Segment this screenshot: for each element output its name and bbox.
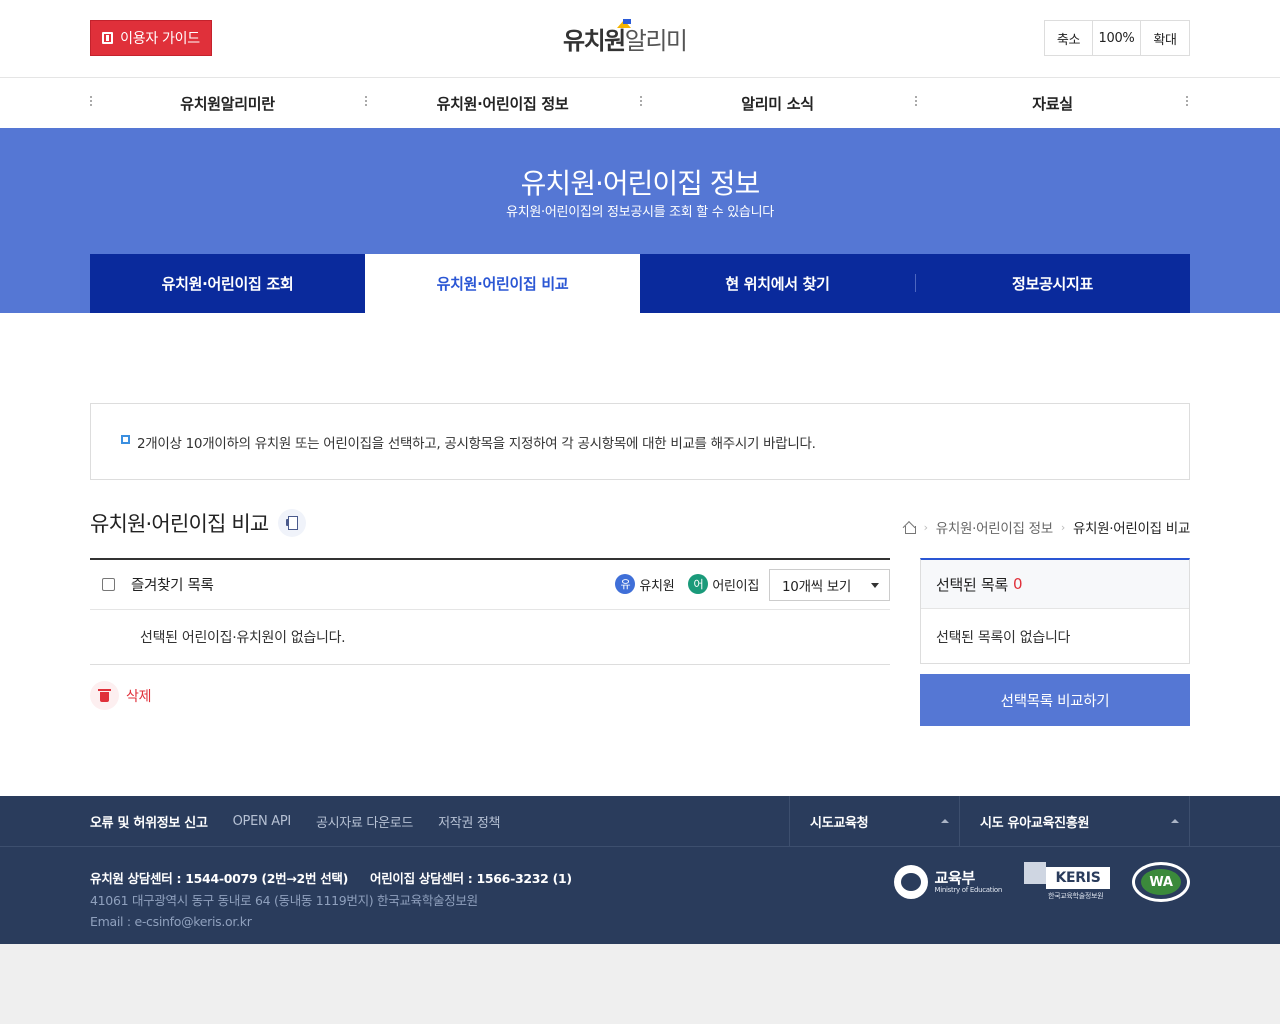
selected-empty-message: 선택된 목록이 없습니다: [936, 629, 1071, 646]
page-banner: 유치원·어린이집 정보 유치원·어린이집의 정보공시를 조회 할 수 있습니다 …: [0, 128, 1280, 313]
legend-daycare-label: 어린이집: [712, 578, 759, 594]
notice-box: 2개이상 10개이하의 유치원 또는 어린이집을 선택하고, 공시항목을 지정하…: [90, 403, 1190, 480]
notice-text: 2개이상 10개이하의 유치원 또는 어린이집을 선택하고, 공시항목을 지정하…: [137, 435, 816, 452]
footer-top: 오류 및 허위정보 신고 OPEN API 공시자료 다운로드 저작권 정책 시…: [0, 796, 1280, 847]
moe-name: 교육부: [934, 869, 975, 887]
keris-logo[interactable]: KERIS 한국교육학술정보원: [1024, 862, 1110, 902]
section-heading: 유치원·어린이집 비교: [90, 508, 307, 538]
delete-button[interactable]: 삭제: [90, 681, 151, 710]
user-guide-label: 이용자 가이드: [120, 31, 200, 47]
footer-tel: 유치원 상담센터 : 1544-0079 (2번→2번 선택) 어린이집 상담센…: [90, 868, 572, 889]
sub-tabs: 유치원·어린이집 조회 유치원·어린이집 비교 현 위치에서 찾기 정보공시지표: [90, 254, 1190, 313]
caret-up-icon: [1171, 819, 1179, 823]
nav-item-about[interactable]: 유치원알리미란: [90, 78, 365, 128]
tab-compare[interactable]: 유치원·어린이집 비교: [365, 254, 640, 313]
logo-text-alimi: 알리미: [624, 27, 688, 55]
footer-select-institute-label: 시도 유아교육진흥원: [980, 816, 1090, 831]
footer-select-office[interactable]: 시도교육청: [789, 796, 959, 847]
web-accessibility-mark[interactable]: WA: [1132, 862, 1190, 902]
favorites-label: 즐겨찾기 목록: [131, 578, 214, 594]
footer-link-copyright[interactable]: 저작권 정책: [438, 812, 500, 831]
compare-selected-button[interactable]: 선택목록 비교하기: [920, 674, 1190, 726]
wa-mark-text: WA: [1141, 869, 1181, 895]
footer-select-institute[interactable]: 시도 유아교육진흥원: [959, 796, 1190, 847]
book-icon: [102, 32, 114, 44]
site-footer: 오류 및 허위정보 신고 OPEN API 공시자료 다운로드 저작권 정책 시…: [0, 796, 1280, 944]
caret-down-icon: [871, 583, 879, 588]
page-size-select[interactable]: 10개씩 보기: [769, 569, 890, 601]
main-nav: 유치원알리미란 유치원·어린이집 정보 알리미 소식 자료실: [0, 78, 1280, 128]
logo-flag-icon: [623, 19, 631, 24]
legend-kindergarten-label: 유치원: [639, 578, 675, 594]
selected-header: 선택된 목록 0: [921, 560, 1189, 609]
keris-mark-icon: [1024, 862, 1046, 884]
footer-link-open-api[interactable]: OPEN API: [233, 814, 292, 829]
user-guide-button[interactable]: 이용자 가이드: [90, 20, 212, 56]
moe-logo[interactable]: 교육부 Ministry of Education: [894, 865, 1002, 899]
daycare-badge-icon: 어: [688, 574, 709, 594]
logo-text-kinder: 유치원: [563, 27, 626, 55]
favorites-panel: 즐겨찾기 목록 유 유치원 어 어린이집 10개씩 보기 선택된 어린이집·유치…: [90, 558, 890, 665]
tab-nearby[interactable]: 현 위치에서 찾기: [640, 254, 915, 313]
chevron-right-icon: ›: [1060, 520, 1065, 534]
breadcrumb: › 유치원·어린이집 정보 › 유치원·어린이집 비교: [903, 517, 1190, 537]
footer-select-office-label: 시도교육청: [810, 816, 869, 831]
tab-indicators[interactable]: 정보공시지표: [915, 254, 1190, 313]
selected-count: 0: [1012, 575, 1023, 593]
chevron-right-icon: ›: [923, 520, 928, 534]
type-legend: 유 유치원 어 어린이집: [615, 574, 759, 594]
site-header: 이용자 가이드 유치원 알리미 축소 100% 확대: [0, 0, 1280, 78]
footer-email: Email : e-csinfo@keris.or.kr: [90, 914, 252, 929]
caret-up-icon: [941, 819, 949, 823]
footer-link-report[interactable]: 오류 및 허위정보 신고: [90, 812, 208, 831]
moe-emblem-icon: [894, 865, 929, 899]
bullet-square-icon: [121, 434, 130, 444]
moe-name-en: Ministry of Education: [934, 886, 1002, 894]
breadcrumb-item-compare[interactable]: 유치원·어린이집 비교: [1073, 517, 1190, 537]
footer-link-download[interactable]: 공시자료 다운로드: [316, 812, 413, 831]
banner-subtitle: 유치원·어린이집의 정보공시를 조회 할 수 있습니다: [506, 205, 774, 220]
footer-links: 오류 및 허위정보 신고 OPEN API 공시자료 다운로드 저작권 정책: [90, 796, 501, 847]
tab-search[interactable]: 유치원·어린이집 조회: [90, 254, 365, 313]
selected-panel: 선택된 목록 0 선택된 목록이 없습니다: [920, 558, 1190, 664]
nav-item-news[interactable]: 알리미 소식: [640, 78, 915, 128]
delete-label: 삭제: [126, 688, 152, 705]
home-icon[interactable]: [903, 521, 916, 534]
zoom-level[interactable]: 100%: [1093, 21, 1141, 55]
selected-title: 선택된 목록: [936, 575, 1008, 594]
banner-title: 유치원·어린이집 정보: [520, 167, 761, 200]
select-all-checkbox[interactable]: [102, 578, 115, 591]
tel-daycare: 어린이집 상담센터 : 1566-3232 (1): [370, 871, 572, 886]
zoom-out-button[interactable]: 축소: [1045, 21, 1093, 55]
nav-item-archive[interactable]: 자료실: [915, 78, 1190, 128]
print-icon[interactable]: [278, 509, 307, 537]
breadcrumb-item-info[interactable]: 유치원·어린이집 정보: [936, 517, 1053, 537]
footer-address: 41061 대구광역시 동구 동내로 64 (동내동 1119번지) 한국교육학…: [90, 893, 478, 908]
footer-info: 유치원 상담센터 : 1544-0079 (2번→2번 선택) 어린이집 상담센…: [90, 868, 572, 932]
keris-wordmark: KERIS: [1046, 867, 1110, 889]
site-logo[interactable]: 유치원 알리미: [563, 19, 688, 56]
page-size-value: 10개씩 보기: [782, 579, 852, 595]
keris-caption: 한국교육학술정보원: [1048, 892, 1104, 900]
nav-item-info[interactable]: 유치원·어린이집 정보: [365, 78, 640, 128]
footer-logos: 교육부 Ministry of Education KERIS 한국교육학술정보…: [894, 862, 1190, 902]
favorites-header: 즐겨찾기 목록 유 유치원 어 어린이집 10개씩 보기: [90, 560, 890, 610]
zoom-in-button[interactable]: 확대: [1141, 21, 1189, 55]
page-title: 유치원·어린이집 비교: [90, 512, 269, 536]
page: 이용자 가이드 유치원 알리미 축소 100% 확대 유치원알리미란 유치원·어린…: [0, 0, 1280, 944]
zoom-controls: 축소 100% 확대: [1044, 20, 1190, 56]
favorites-empty-message: 선택된 어린이집·유치원이 없습니다.: [90, 610, 890, 665]
tel-kindergarten: 유치원 상담센터 : 1544-0079 (2번→2번 선택): [90, 871, 349, 886]
trash-icon: [90, 681, 119, 710]
kindergarten-badge-icon: 유: [615, 574, 636, 594]
